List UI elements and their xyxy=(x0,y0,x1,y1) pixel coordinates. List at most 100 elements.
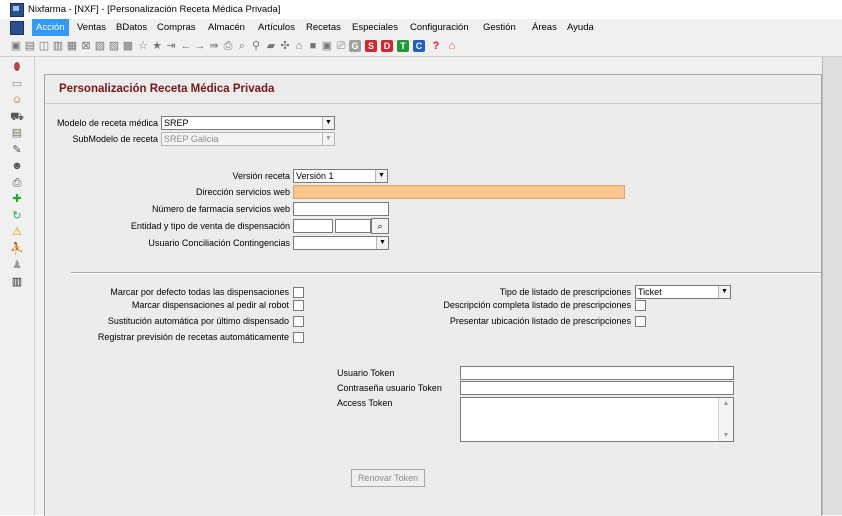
entidad-label: Entidad y tipo de venta de dispensación xyxy=(130,221,290,231)
sidebar-pencil-icon[interactable]: ✎ xyxy=(10,143,24,157)
star-icon[interactable]: ★ xyxy=(151,40,163,52)
toolbar-tool-1-icon[interactable]: ▣ xyxy=(10,40,22,52)
sidebar-package-icon[interactable]: ▤ xyxy=(10,126,24,140)
toolbar-tool-2-icon[interactable]: ▤ xyxy=(24,40,36,52)
toolbar-tool-7-icon[interactable]: ▧ xyxy=(94,40,106,52)
numero-farmacia-input[interactable] xyxy=(293,202,389,216)
usuario-token-input[interactable] xyxy=(460,366,734,380)
menu-gestion[interactable]: Gestión xyxy=(479,19,520,36)
access-token-scrollbar[interactable]: ▲ ▼ xyxy=(718,398,733,441)
chevron-down-icon[interactable]: ▼ xyxy=(376,237,388,249)
sidebar-printer-icon[interactable]: ⎙ xyxy=(10,176,24,190)
sidebar-refresh-icon[interactable]: ↻ xyxy=(10,209,24,223)
toolbar-tool-8-icon[interactable]: ▨ xyxy=(108,40,120,52)
search-icon[interactable]: ⌕ xyxy=(236,40,248,52)
toolbar-tool-13-icon[interactable]: ✣ xyxy=(279,40,291,52)
chevron-down-icon[interactable]: ▼ xyxy=(718,286,730,298)
sidebar-barcode-icon[interactable]: ▥ xyxy=(10,275,24,289)
toolbar-tool-12-icon[interactable]: ▰ xyxy=(265,40,277,52)
numero-farmacia-label: Número de farmacia servicios web xyxy=(151,204,290,214)
scroll-down-icon[interactable]: ▼ xyxy=(719,430,733,441)
toolbar-tool-14-icon[interactable]: ⌂ xyxy=(293,40,305,52)
sidebar-users-icon[interactable]: ☻ xyxy=(10,159,24,173)
toolbar-tool-15-icon[interactable]: ■ xyxy=(307,40,319,52)
toolbar-tool-10-icon[interactable]: ⇥ xyxy=(165,40,177,52)
version-select[interactable]: Versión 1 ▼ xyxy=(293,169,388,183)
location-pin-icon[interactable]: ⚲ xyxy=(250,40,262,52)
arrow-left-icon[interactable]: ← xyxy=(180,40,192,52)
badge-s-icon[interactable]: S xyxy=(365,40,377,52)
sidebar-cross-icon[interactable]: ✚ xyxy=(10,192,24,206)
chevron-down-icon[interactable]: ▼ xyxy=(322,133,334,145)
arrow-right-icon[interactable]: → xyxy=(194,40,206,52)
right-gutter xyxy=(822,57,842,515)
application-window: Nixfarma - [NXF] - [Personalización Rece… xyxy=(0,0,842,516)
chevron-down-icon[interactable]: ▼ xyxy=(375,170,387,182)
modelo-label: Modelo de receta médica xyxy=(56,118,158,128)
toolbar-tool-3-icon[interactable]: ◫ xyxy=(38,40,50,52)
sidebar-person-icon[interactable]: ☺ xyxy=(10,93,24,107)
registrar-label: Registrar previsión de recetas automátic… xyxy=(97,332,289,342)
badge-g-icon[interactable]: G xyxy=(349,40,361,52)
renovar-token-button[interactable]: Renovar Token xyxy=(351,469,425,487)
submodelo-select[interactable]: SREP Galicia ▼ xyxy=(161,132,335,146)
badge-c-icon[interactable]: C xyxy=(413,40,425,52)
separator xyxy=(71,272,821,274)
home-icon[interactable]: ⌂ xyxy=(446,40,458,52)
tipo-listado-select[interactable]: Ticket ▼ xyxy=(635,285,731,299)
star-outline-icon[interactable]: ☆ xyxy=(137,40,149,52)
toolbar-tool-17-icon[interactable]: ⎚ xyxy=(335,40,347,52)
lookup-button[interactable]: ⌕ xyxy=(371,218,389,234)
menu-articulos[interactable]: Artículos xyxy=(254,19,299,36)
marcar-defecto-label: Marcar por defecto todas las dispensacio… xyxy=(110,287,289,297)
sidebar-walk-icon[interactable]: ⛹ xyxy=(10,242,24,256)
sidebar-cart-icon[interactable]: ⛟ xyxy=(10,110,24,124)
toolbar-tool-16-icon[interactable]: ▣ xyxy=(321,40,333,52)
entidad-input[interactable] xyxy=(293,219,333,233)
sustitucion-checkbox[interactable] xyxy=(293,316,304,327)
modelo-select[interactable]: SREP ▼ xyxy=(161,116,335,130)
toolbar-tool-6-icon[interactable]: ⊠ xyxy=(80,40,92,52)
sidebar-warning-icon[interactable]: ⚠ xyxy=(10,225,24,239)
tipo-venta-input[interactable] xyxy=(335,219,371,233)
menu-ayuda[interactable]: Ayuda xyxy=(563,19,598,36)
help-icon[interactable]: ? xyxy=(430,40,442,52)
registrar-checkbox[interactable] xyxy=(293,332,304,343)
contrasena-token-input[interactable] xyxy=(460,381,734,395)
sidebar-box-icon[interactable]: ▭ xyxy=(10,77,24,91)
chevron-down-icon[interactable]: ▼ xyxy=(322,117,334,129)
badge-t-icon[interactable]: T xyxy=(397,40,409,52)
presentar-ubicacion-checkbox[interactable] xyxy=(635,316,646,327)
toolbar-tool-9-icon[interactable]: ▩ xyxy=(122,40,134,52)
menu-recetas[interactable]: Recetas xyxy=(302,19,345,36)
app-icon xyxy=(10,3,24,17)
usuario-conciliacion-select[interactable]: ▼ xyxy=(293,236,389,250)
sidebar-pill-icon[interactable]: ⬮ xyxy=(10,60,24,74)
menu-areas[interactable]: Áreas xyxy=(528,19,561,36)
printer-icon[interactable]: ⎙ xyxy=(222,40,234,52)
toolbar: ▣ ▤ ◫ ▥ ▦ ⊠ ▧ ▨ ▩ ☆ ★ ⇥ ← → ⇛ ⎙ ⌕ ⚲ ▰ ✣ ⌂ ■ ▣ ⎚ G S D T C? ⌂ xyxy=(0,36,842,57)
usuario-token-label: Usuario Token xyxy=(337,368,395,378)
menu-especiales[interactable]: Especiales xyxy=(348,19,402,36)
tipo-listado-label: Tipo de listado de prescripciones xyxy=(499,287,631,297)
marcar-pedir-checkbox[interactable] xyxy=(293,300,304,311)
badge-d-icon[interactable]: D xyxy=(381,40,393,52)
access-token-textarea[interactable]: ▲ ▼ xyxy=(460,397,734,442)
toolbar-tool-5-icon[interactable]: ▦ xyxy=(66,40,78,52)
menu-accion[interactable]: Acción xyxy=(32,19,69,36)
title-bar: Nixfarma - [NXF] - [Personalización Rece… xyxy=(0,0,842,20)
marcar-defecto-checkbox[interactable] xyxy=(293,287,304,298)
sidebar-group-icon[interactable]: ♟ xyxy=(10,258,24,272)
menu-configuracion[interactable]: Configuración xyxy=(406,19,473,36)
menu-bdatos[interactable]: BDatos xyxy=(112,19,151,36)
menu-almacen[interactable]: Almacén xyxy=(204,19,249,36)
toolbar-tool-4-icon[interactable]: ▥ xyxy=(52,40,64,52)
mdi-child-icon[interactable] xyxy=(10,21,24,35)
version-label: Versión receta xyxy=(232,171,290,181)
menu-ventas[interactable]: Ventas xyxy=(73,19,110,36)
direccion-input[interactable] xyxy=(293,185,625,199)
toolbar-tool-11-icon[interactable]: ⇛ xyxy=(208,40,220,52)
scroll-up-icon[interactable]: ▲ xyxy=(719,398,733,409)
descripcion-listado-checkbox[interactable] xyxy=(635,300,646,311)
menu-compras[interactable]: Compras xyxy=(153,19,200,36)
